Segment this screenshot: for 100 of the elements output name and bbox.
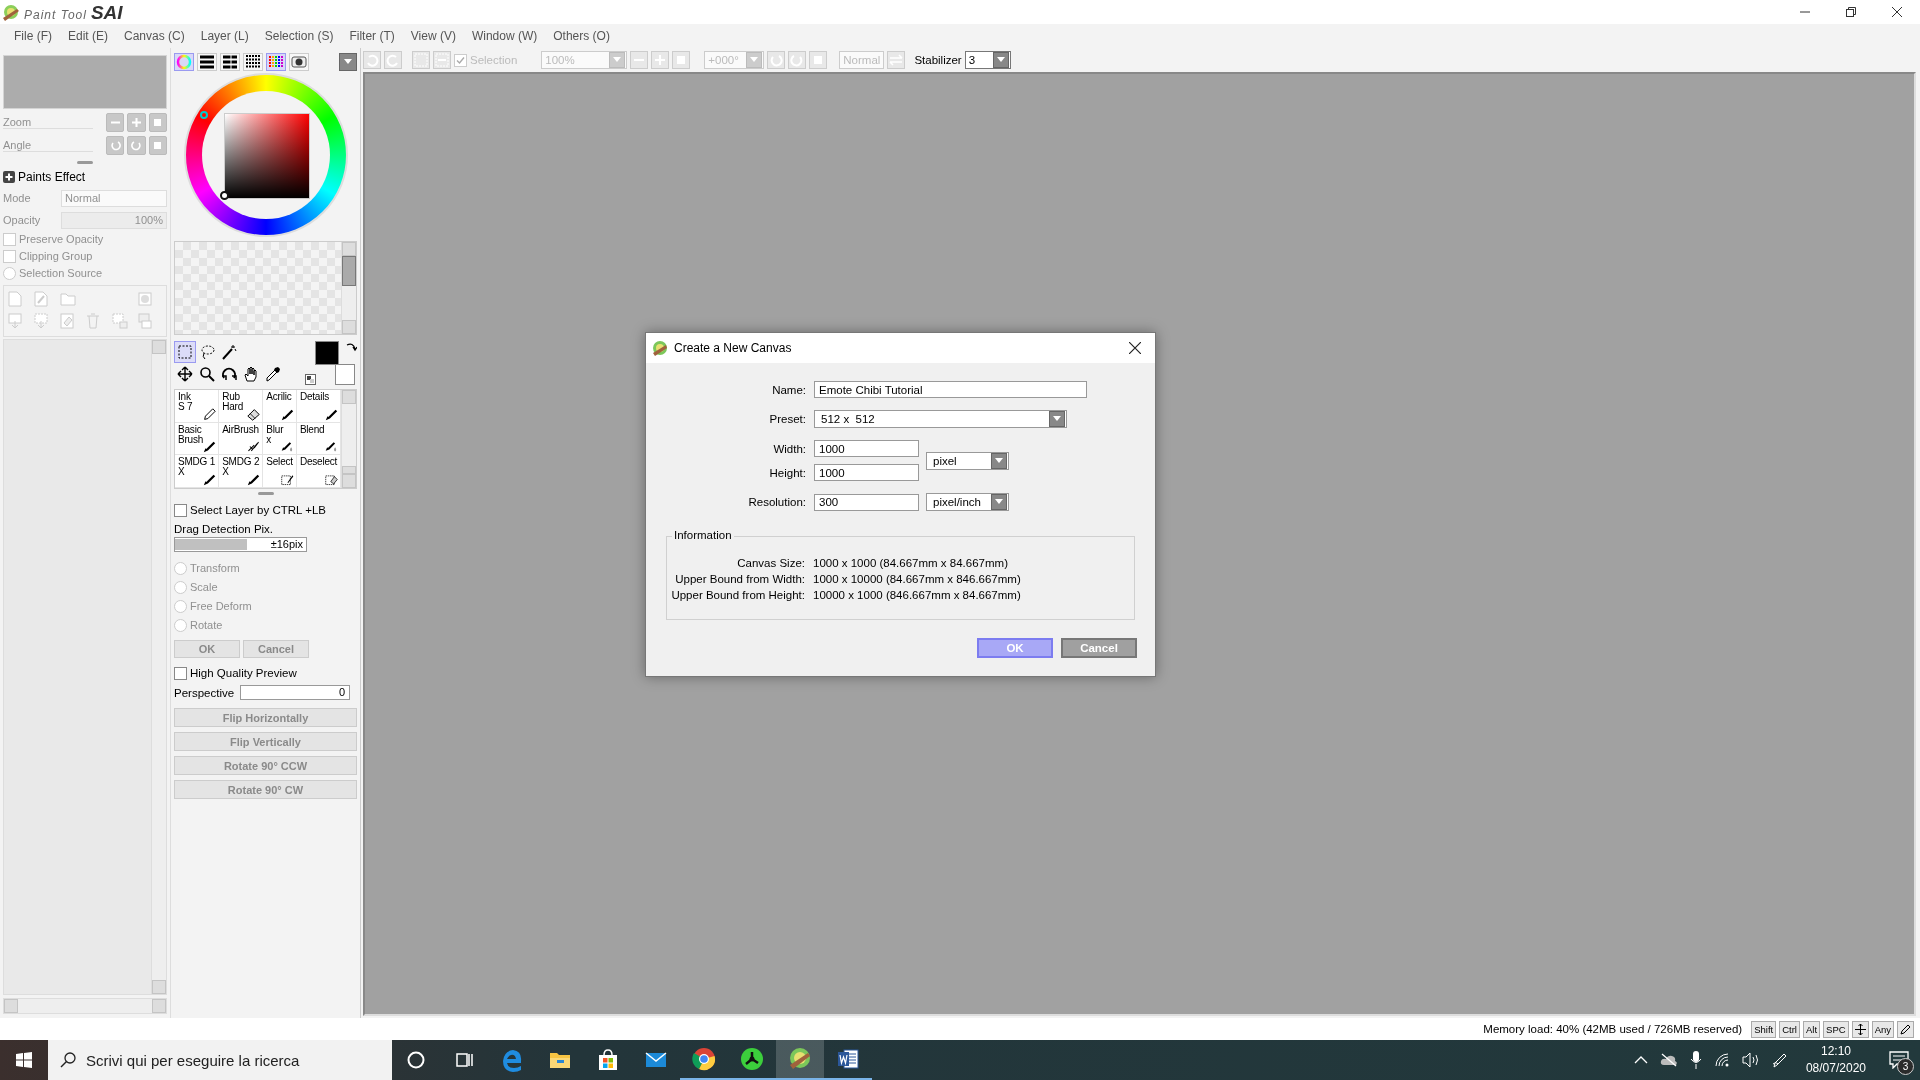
merge-layer-icon[interactable] (34, 313, 48, 329)
task-view-icon[interactable] (454, 1050, 474, 1070)
menu-item[interactable]: View (V) (402, 27, 464, 45)
menu-item[interactable]: Others (O) (545, 27, 618, 45)
checkbox[interactable] (3, 232, 16, 246)
chevron-up-icon[interactable] (1633, 1055, 1648, 1065)
dropdown-button[interactable] (746, 52, 763, 68)
reset-angle-button[interactable] (809, 51, 828, 69)
invert-selection-button[interactable] (433, 51, 451, 69)
angle-label: Angle (3, 138, 94, 152)
background-color-swatch[interactable] (335, 364, 355, 385)
reset-angle-button[interactable] (148, 135, 167, 155)
shopping-bag-icon[interactable] (596, 1048, 620, 1072)
new-linework-layer-icon[interactable] (34, 291, 48, 307)
menu-item[interactable]: Window (W) (463, 27, 546, 45)
zoom-in-button[interactable] (127, 112, 146, 132)
layer-down-icon[interactable] (8, 313, 22, 329)
reset-zoom-button[interactable] (148, 112, 167, 132)
redo-button[interactable] (384, 51, 402, 69)
checkbox[interactable] (174, 503, 187, 517)
menu-item[interactable]: Layer (L) (192, 27, 257, 45)
search-icon (60, 1052, 76, 1068)
paint-app-icon[interactable] (788, 1047, 812, 1071)
modifier-key-indicator: Ctrl (1779, 1020, 1800, 1038)
flip-button[interactable] (887, 51, 906, 69)
brush-slot[interactable]: Basic Brush (175, 422, 220, 456)
scroll-down-button[interactable] (342, 320, 356, 334)
cloud-off-icon[interactable] (1659, 1053, 1678, 1067)
rotate-left-button[interactable] (767, 51, 786, 69)
brush-slot[interactable]: Deselect (296, 455, 342, 488)
document-w-icon[interactable] (836, 1047, 860, 1071)
rotate-right-button[interactable] (127, 135, 146, 155)
menu-item[interactable]: Selection (S) (256, 27, 342, 45)
menu-item[interactable]: File (F) (6, 27, 60, 45)
deselect-button[interactable] (412, 51, 430, 69)
checkbox[interactable] (174, 666, 187, 680)
scroll-down-button[interactable] (342, 474, 357, 488)
brush-slot[interactable]: Rub Hard (219, 390, 264, 423)
plus-icon[interactable] (3, 171, 15, 183)
scroll-up-button[interactable] (342, 242, 356, 256)
swap-arrow-icon[interactable] (345, 341, 357, 353)
undo-button[interactable] (363, 51, 381, 69)
new-layer-icon[interactable] (8, 291, 22, 307)
preset-dropdown[interactable]: 512 x 512 (814, 410, 1067, 428)
browser-e-icon[interactable] (500, 1048, 524, 1072)
browser-circle-icon[interactable] (692, 1047, 716, 1071)
merge-down-icon[interactable] (112, 313, 128, 329)
pen-icon[interactable] (1771, 1052, 1788, 1068)
dropdown-button[interactable] (609, 52, 626, 68)
scroll-left-button[interactable] (4, 999, 18, 1013)
menu-item[interactable]: Filter (T) (341, 27, 403, 45)
brush-slot[interactable]: Acrilic (263, 390, 297, 423)
scratchpad[interactable] (175, 242, 341, 334)
scroll-thumb[interactable] (342, 466, 357, 474)
clear-layer-icon[interactable] (60, 313, 74, 329)
speaker-icon[interactable] (1741, 1052, 1760, 1068)
brush-slot[interactable]: Select (263, 455, 297, 488)
trash-icon[interactable] (86, 313, 100, 329)
zoom-out-button[interactable] (630, 51, 649, 69)
width-field[interactable]: 1000 (814, 440, 919, 457)
menu-item[interactable]: Canvas (C) (116, 27, 193, 45)
foreground-color-swatch[interactable] (315, 341, 339, 365)
height-field[interactable]: 1000 (814, 464, 919, 481)
zoom-out-button[interactable] (106, 112, 125, 132)
rotate-left-button[interactable] (106, 135, 125, 155)
perspective-field[interactable]: 0 (240, 685, 351, 700)
brush-slot[interactable]: SMDG 1 X (175, 455, 220, 488)
name-field[interactable]: Emote Chibi Tutorial (814, 381, 1087, 398)
brush-slot[interactable]: SMDG 2 X (219, 455, 264, 488)
brush-slot[interactable]: Details (296, 390, 342, 423)
notifications-button[interactable]: 3 (1884, 1045, 1914, 1075)
brush-slot[interactable]: Ink S 7 (175, 390, 220, 423)
resolution-field[interactable]: 300 (814, 493, 919, 511)
reset-zoom-button[interactable] (672, 51, 691, 69)
brush-slot[interactable]: Blur x (263, 422, 297, 456)
brush-slot[interactable]: AirBrush (219, 422, 264, 456)
zoom-in-button[interactable] (651, 51, 670, 69)
microphone-icon[interactable] (1689, 1051, 1702, 1069)
rotate-right-button[interactable] (788, 51, 807, 69)
scroll-up-button[interactable] (342, 390, 357, 404)
search-field[interactable]: Scrivi qui per eseguire la ricerca (48, 1040, 392, 1080)
apply-mask-icon[interactable] (138, 313, 152, 329)
reset-colors-icon[interactable] (305, 374, 316, 385)
unit-dropdown[interactable]: pixel (926, 451, 1009, 470)
taskbar-clock[interactable]: 12:10 08/07/2020 (1799, 1043, 1872, 1077)
stabilizer-dropdown[interactable]: 3 (964, 51, 1011, 69)
wifi-icon[interactable] (1713, 1053, 1730, 1067)
zoom-label: Zoom (3, 115, 94, 129)
scroll-right-button[interactable] (152, 999, 166, 1013)
radio-button[interactable] (3, 266, 16, 280)
scroll-down-button[interactable] (152, 980, 166, 994)
unit-dropdown[interactable]: pixel/inch (926, 493, 1009, 511)
scroll-thumb[interactable] (342, 256, 356, 286)
network-app-icon[interactable] (740, 1047, 764, 1071)
reset-angle-icon (152, 139, 164, 151)
menu-item[interactable]: Edit (E) (60, 27, 116, 45)
panel-menu-button[interactable] (339, 53, 357, 71)
checkbox[interactable] (3, 249, 16, 263)
scroll-up-button[interactable] (152, 340, 166, 354)
drag-detection-slider[interactable]: ±16pix (174, 537, 307, 552)
